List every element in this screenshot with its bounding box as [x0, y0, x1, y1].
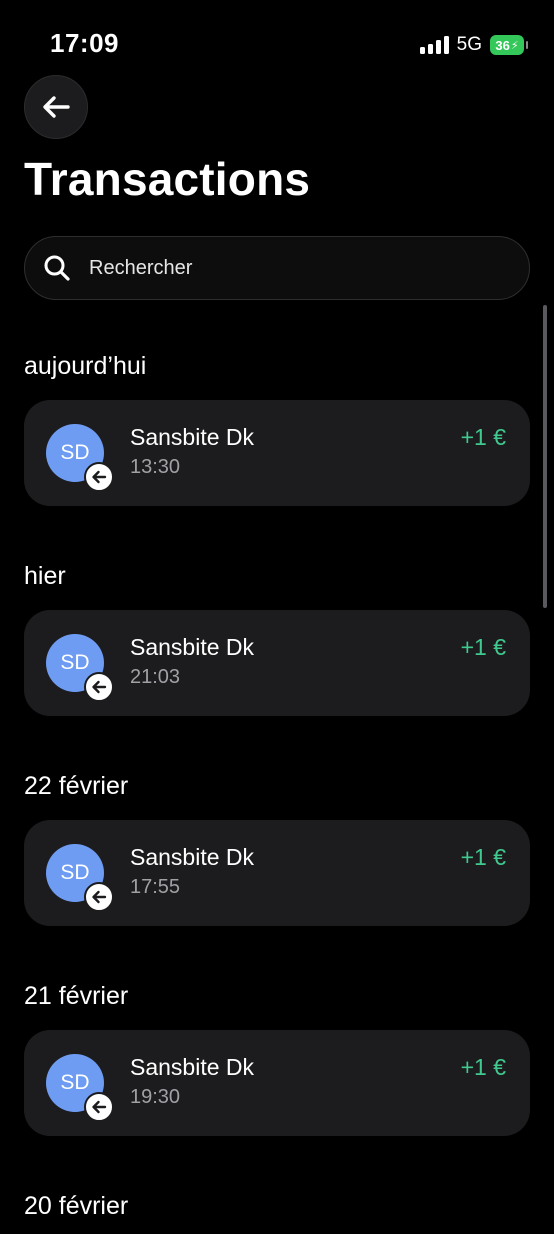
page-title: Transactions — [24, 153, 311, 205]
status-indicators: 5G 36 ⚡ — [419, 34, 528, 56]
transaction-row[interactable]: SD Sansbite Dk 17:55 +1 € — [24, 820, 530, 926]
incoming-arrow-icon — [84, 882, 114, 912]
battery-icon: 36 ⚡ — [490, 35, 528, 55]
transaction-name: Sansbite Dk — [130, 424, 255, 450]
search-field[interactable] — [24, 236, 530, 300]
transaction-name: Sansbite Dk — [130, 634, 255, 660]
date-heading: 20 février — [24, 1192, 129, 1220]
transaction-amount: +1 € — [460, 1054, 506, 1080]
transaction-row[interactable]: SD Sansbite Dk 21:03 +1 € — [24, 610, 530, 716]
transaction-time: 19:30 — [130, 1086, 181, 1108]
transaction-time: 21:03 — [130, 666, 181, 688]
transaction-name: Sansbite Dk — [130, 844, 255, 870]
arrow-left-icon — [43, 96, 70, 118]
scrollbar[interactable] — [543, 305, 547, 608]
transaction-name: Sansbite Dk — [130, 1054, 255, 1080]
signal-strength-icon — [419, 36, 449, 54]
date-heading: hier — [24, 562, 66, 590]
status-bar: 17:09 5G 36 ⚡ — [0, 0, 554, 88]
transaction-amount: +1 € — [460, 844, 506, 870]
transaction-list: aujourd’hui SD Sansbite Dk 13:30 +1 € hi… — [24, 338, 530, 1234]
transaction-row[interactable]: SD Sansbite Dk 19:30 +1 € — [24, 1030, 530, 1136]
transaction-time: 13:30 — [130, 456, 181, 478]
back-button[interactable] — [24, 75, 88, 139]
status-time: 17:09 — [50, 28, 119, 58]
transaction-amount: +1 € — [460, 424, 506, 450]
search-input[interactable] — [87, 255, 491, 281]
network-type: 5G — [456, 34, 482, 55]
search-icon — [44, 255, 70, 281]
date-heading: aujourd’hui — [24, 352, 147, 380]
battery-level: 36 — [495, 37, 510, 53]
incoming-arrow-icon — [84, 1092, 114, 1122]
date-heading: 21 février — [24, 982, 129, 1010]
incoming-arrow-icon — [84, 672, 114, 702]
date-heading: 22 février — [24, 772, 129, 800]
transaction-amount: +1 € — [460, 634, 506, 660]
transaction-time: 17:55 — [130, 876, 181, 898]
charging-bolt-icon: ⚡ — [510, 39, 519, 52]
transaction-row[interactable]: SD Sansbite Dk 13:30 +1 € — [24, 400, 530, 506]
incoming-arrow-icon — [84, 462, 114, 492]
